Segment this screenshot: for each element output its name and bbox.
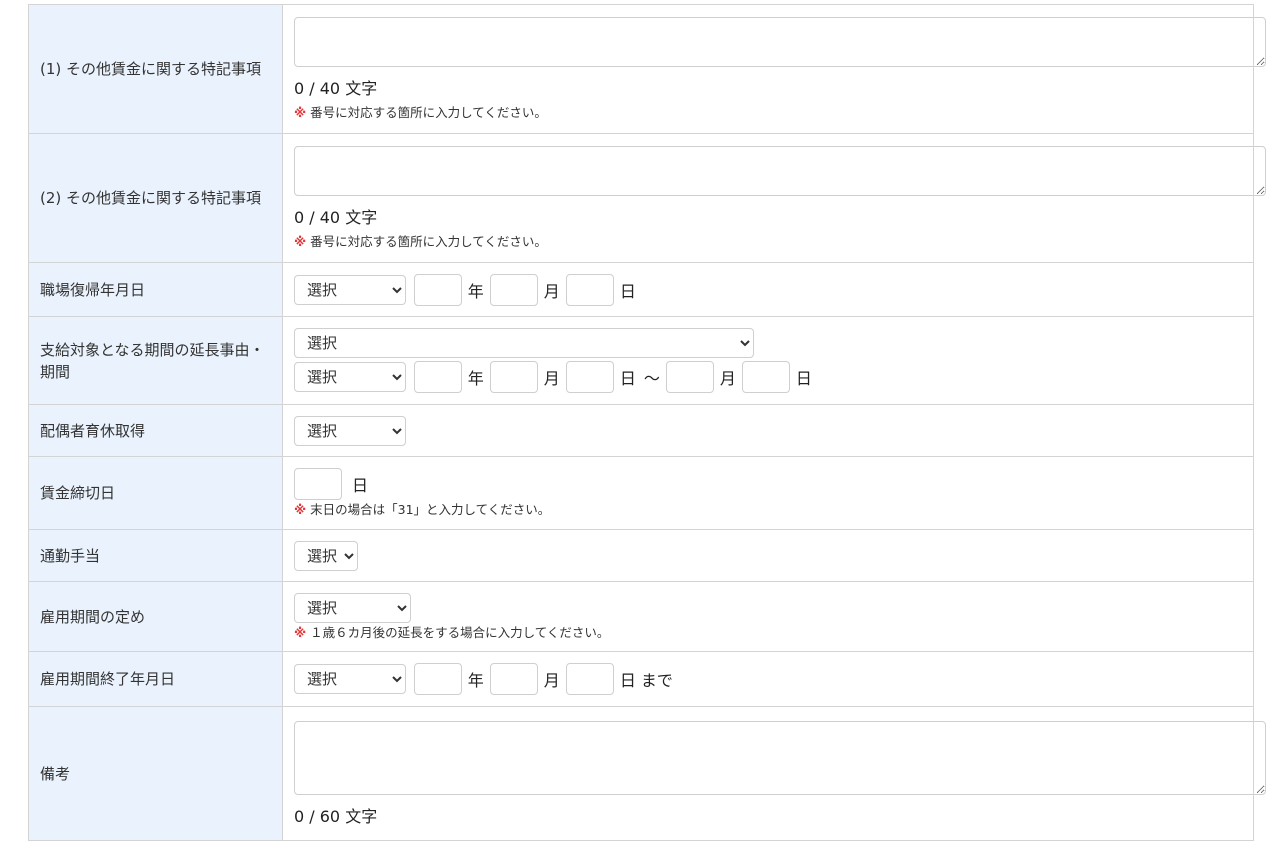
- employment-end-era-select[interactable]: 選択: [294, 664, 406, 694]
- row-employment-end: 雇用期間終了年月日 選択 年 月 日 まで: [28, 651, 1254, 707]
- day-until-unit: 日 まで: [619, 671, 673, 690]
- note-mark-icon: ※: [294, 234, 307, 249]
- label-employment-end: 雇用期間終了年月日: [28, 651, 283, 707]
- char-count-remarks: 0 / 60 文字: [294, 806, 378, 826]
- year-unit: 年: [467, 369, 484, 388]
- note-wage-cutoff: ※ 末日の場合は「31」と入力してください。: [294, 502, 1243, 518]
- employment-term-select[interactable]: 選択: [294, 592, 411, 623]
- label-employment-term: 雇用期間の定め: [28, 581, 283, 652]
- row-special-note-1: (1) その他賃金に関する特記事項 0 / 40 文字 ※ 番号に対応する箇所に…: [28, 4, 1266, 134]
- year-unit: 年: [467, 281, 484, 301]
- row-special-note-2: (2) その他賃金に関する特記事項 0 / 40 文字 ※ 番号に対応する箇所に…: [28, 133, 1266, 263]
- note-text: 番号に対応する箇所に入力してください。: [310, 105, 547, 120]
- label-extension: 支給対象となる期間の延長事由・期間: [28, 316, 283, 405]
- label-return-date: 職場復帰年月日: [28, 262, 283, 317]
- return-era-select[interactable]: 選択: [294, 274, 406, 305]
- return-month-input[interactable]: [489, 273, 538, 306]
- return-year-input[interactable]: [413, 273, 462, 306]
- note-2: ※ 番号に対応する箇所に入力してください。: [294, 234, 1243, 250]
- row-return-date: 職場復帰年月日 選択 年 月 日: [28, 262, 1254, 317]
- field-employment-term: 選択 ※ １歳６カ月後の延長をする場合に入力してください。: [282, 581, 1254, 652]
- note-1: ※ 番号に対応する箇所に入力してください。: [294, 105, 1243, 121]
- label-remarks: 備考: [28, 706, 283, 841]
- employment-end-month-input[interactable]: [489, 663, 538, 695]
- month-unit: 月: [543, 281, 560, 301]
- field-extension: 選択 選択 年 月 日 ～ 月 日: [282, 316, 1254, 405]
- return-day-input[interactable]: [565, 273, 614, 306]
- extension-era-select[interactable]: 選択: [294, 362, 406, 392]
- field-special-note-1: 0 / 40 文字 ※ 番号に対応する箇所に入力してください。: [282, 4, 1266, 134]
- row-commute: 通勤手当 選択: [28, 529, 1254, 582]
- extension-end-month-input[interactable]: [665, 361, 714, 393]
- label-spouse-leave: 配偶者育休取得: [28, 404, 283, 457]
- day-unit: 日: [795, 369, 812, 388]
- field-employment-end: 選択 年 月 日 まで: [282, 651, 1254, 707]
- note-text: 番号に対応する箇所に入力してください。: [310, 234, 547, 249]
- field-return-date: 選択 年 月 日: [282, 262, 1254, 317]
- form-table: (1) その他賃金に関する特記事項 0 / 40 文字 ※ 番号に対応する箇所に…: [28, 4, 1266, 841]
- row-wage-cutoff: 賃金締切日 日 ※ 末日の場合は「31」と入力してください。: [28, 456, 1254, 530]
- note-text: １歳６カ月後の延長をする場合に入力してください。: [310, 624, 610, 640]
- day-unit: 日: [352, 476, 369, 495]
- month-unit: 月: [543, 369, 560, 388]
- extension-end-day-input[interactable]: [741, 361, 790, 393]
- special-note-1-textarea[interactable]: [294, 17, 1266, 67]
- field-special-note-2: 0 / 40 文字 ※ 番号に対応する箇所に入力してください。: [282, 133, 1266, 263]
- extension-day-input[interactable]: [565, 361, 614, 393]
- field-wage-cutoff: 日 ※ 末日の場合は「31」と入力してください。: [282, 456, 1254, 530]
- label-special-note-1: (1) その他賃金に関する特記事項: [28, 4, 283, 134]
- employment-end-day-input[interactable]: [565, 663, 614, 695]
- wage-cutoff-day-input[interactable]: [294, 468, 342, 500]
- row-extension: 支給対象となる期間の延長事由・期間 選択 選択 年 月 日 ～ 月 日: [28, 316, 1254, 405]
- extension-month-input[interactable]: [489, 361, 538, 393]
- label-commute: 通勤手当: [28, 529, 283, 582]
- special-note-2-textarea[interactable]: [294, 146, 1266, 196]
- range-tilde: ～: [643, 369, 660, 388]
- field-commute: 選択: [282, 529, 1254, 582]
- note-mark-icon: ※: [294, 502, 307, 517]
- extension-reason-select[interactable]: 選択: [294, 328, 754, 358]
- row-remarks: 備考 0 / 60 文字: [28, 706, 1266, 841]
- spouse-leave-select[interactable]: 選択: [294, 415, 406, 446]
- char-count-2: 0 / 40 文字: [294, 208, 378, 227]
- char-count-1: 0 / 40 文字: [294, 79, 378, 98]
- row-employment-term: 雇用期間の定め 選択 ※ １歳６カ月後の延長をする場合に入力してください。: [28, 581, 1254, 652]
- label-special-note-2: (2) その他賃金に関する特記事項: [28, 133, 283, 263]
- year-unit: 年: [467, 671, 484, 690]
- note-mark-icon: ※: [294, 105, 307, 120]
- note-text: 末日の場合は「31」と入力してください。: [310, 502, 551, 517]
- row-spouse-leave: 配偶者育休取得 選択: [28, 404, 1254, 457]
- day-unit: 日: [619, 369, 636, 388]
- extension-year-input[interactable]: [413, 361, 462, 393]
- remarks-textarea[interactable]: [294, 720, 1266, 795]
- day-unit: 日: [619, 281, 636, 301]
- month-unit: 月: [543, 671, 560, 690]
- month-unit: 月: [719, 369, 736, 388]
- field-spouse-leave: 選択: [282, 404, 1254, 457]
- commute-select[interactable]: 選択: [294, 540, 358, 571]
- note-mark-icon: ※: [294, 624, 307, 640]
- label-wage-cutoff: 賃金締切日: [28, 456, 283, 530]
- field-remarks: 0 / 60 文字: [282, 706, 1266, 841]
- employment-end-year-input[interactable]: [413, 663, 462, 695]
- note-employment-term: ※ １歳６カ月後の延長をする場合に入力してください。: [294, 625, 1243, 641]
